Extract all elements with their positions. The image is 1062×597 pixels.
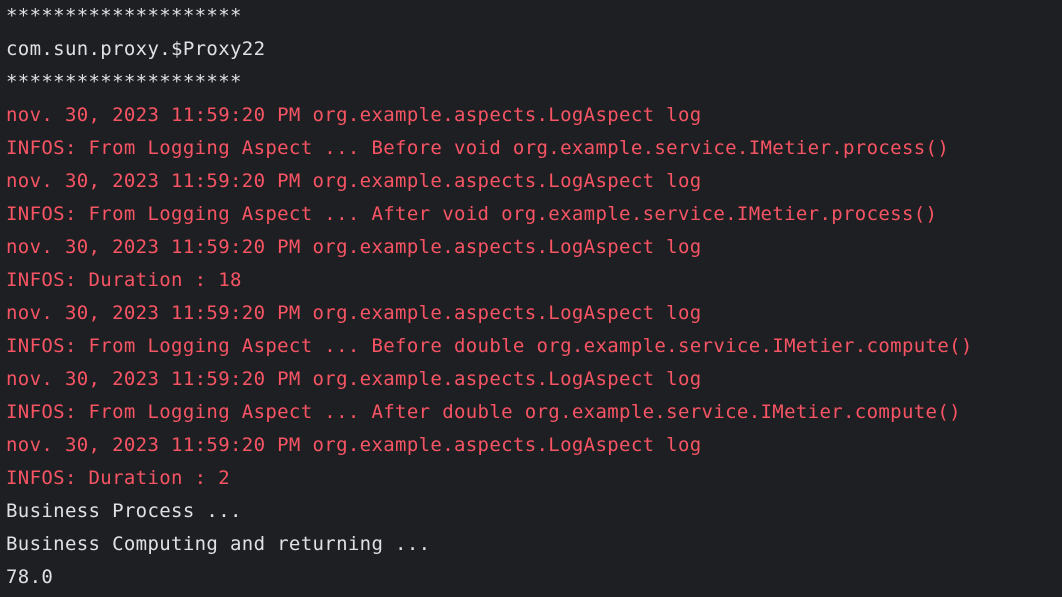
console-log-line: nov. 30, 2023 11:59:20 PM org.example.as… [6,302,702,324]
console-log-line: nov. 30, 2023 11:59:20 PM org.example.as… [6,368,702,390]
console-log-line: nov. 30, 2023 11:59:20 PM org.example.as… [6,170,702,192]
console-line: Business Process ... [6,500,242,522]
console-log-line: INFOS: From Logging Aspect ... Before do… [6,335,973,357]
console-line: 78.0 [6,566,54,588]
console-log-line: INFOS: Duration : 18 [6,269,242,291]
console-log-line: nov. 30, 2023 11:59:20 PM org.example.as… [6,236,702,258]
console-log-line: nov. 30, 2023 11:59:20 PM org.example.as… [6,104,702,126]
console-line: Business Computing and returning ... [6,533,431,555]
console-line: ******************** [6,5,242,27]
console-log-line: INFOS: Duration : 2 [6,467,230,489]
console-output[interactable]: ******************** com.sun.proxy.$Prox… [0,0,1062,597]
console-log-line: INFOS: From Logging Aspect ... After dou… [6,401,961,423]
console-log-line: INFOS: From Logging Aspect ... Before vo… [6,137,950,159]
console-log-line: nov. 30, 2023 11:59:20 PM org.example.as… [6,434,702,456]
console-line: ******************** [6,71,242,93]
console-line: com.sun.proxy.$Proxy22 [6,38,266,60]
console-log-line: INFOS: From Logging Aspect ... After voi… [6,203,938,225]
